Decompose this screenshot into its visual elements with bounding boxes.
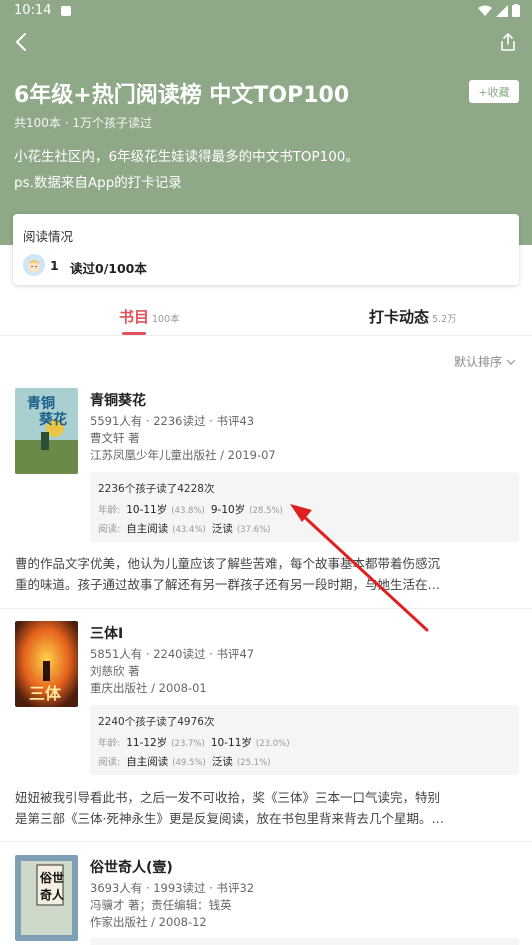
notification-icon: [61, 5, 72, 16]
tab-checkins[interactable]: 打卡动态 5.2万: [369, 306, 457, 327]
sort-dropdown[interactable]: 默认排序: [454, 353, 516, 370]
book-review[interactable]: 曹的作品文字优美，他认为儿童应该了解些苦难，每个故事基本都带着伤感沉 重的味道。…: [15, 553, 520, 595]
list-description-line1: 小花生社区内，6年级花生娃读得最多的中文书TOP100。: [14, 149, 359, 165]
share-icon[interactable]: [498, 32, 518, 52]
book-publisher: 重庆出版社 / 2008-01: [90, 681, 207, 695]
book-author: 曹文轩 著: [90, 431, 140, 445]
age-stats: 年龄: 10-11岁 (43.8%) 9-10岁 (28.5%): [98, 504, 283, 516]
book-author: 冯骥才 著；责任编辑：钱英: [90, 898, 232, 912]
back-icon[interactable]: [10, 30, 34, 54]
book-title[interactable]: 青铜葵花: [90, 390, 146, 410]
age-stats: 年龄: 11-12岁 (23.7%) 10-11岁 (23.0%): [98, 737, 290, 749]
reading-stats-box: 2240个孩子读了4976次 年龄: 11-12岁 (23.7%) 10-11岁…: [90, 705, 519, 775]
book-publisher: 江苏凤凰少年儿童出版社 / 2019-07: [90, 448, 276, 462]
favorite-button[interactable]: +收藏: [469, 80, 519, 103]
divider: [0, 608, 532, 609]
stats-summary: 2240个孩子读了4976次: [98, 716, 215, 728]
svg-text:葵花: 葵花: [38, 411, 67, 428]
status-bar: 10:14: [14, 3, 72, 18]
book-author: 刘慈欣 著: [90, 664, 140, 678]
list-subtitle: 共100本 · 1万个孩子读过: [14, 116, 152, 130]
svg-text:青铜: 青铜: [27, 395, 55, 412]
reader-count: 1: [50, 258, 59, 273]
reading-mode-stats: 阅读: 自主阅读 (49.5%) 泛读 (25.1%): [98, 756, 271, 768]
svg-text:俗世: 俗世: [39, 870, 64, 885]
book-meta: 3693人有 · 1993读过 · 书评32: [90, 881, 255, 895]
list-description-line2: ps.数据来自App的打卡记录: [14, 175, 182, 191]
tab-booklist[interactable]: 书目 100本: [119, 306, 180, 327]
stats-summary: 2236个孩子读了4228次: [98, 483, 215, 495]
list-header: 10:14 6年级+热门阅读榜 中文TOP100 +收藏 共100本 · 1万个…: [0, 0, 532, 245]
wifi-icon: [478, 5, 492, 16]
svg-text:奇人: 奇人: [40, 887, 65, 902]
book-cover[interactable]: 青铜 葵花: [15, 388, 78, 474]
book-meta: 5851人有 · 2240读过 · 书评47: [90, 647, 255, 661]
tab-checkins-label: 打卡动态: [369, 308, 430, 326]
reading-status-card[interactable]: 阅读情况 1 读过0/100本: [13, 214, 519, 285]
avatar: [23, 254, 45, 276]
tab-booklist-label: 书目: [119, 308, 150, 326]
divider: [0, 841, 532, 842]
tab-booklist-count: 100本: [152, 314, 180, 325]
svg-text:三体: 三体: [29, 684, 62, 703]
status-time: 10:14: [14, 3, 52, 18]
chevron-down-icon: [506, 359, 516, 365]
book-meta: 5591人有 · 2236读过 · 书评43: [90, 414, 255, 428]
book-cover[interactable]: 俗世 奇人: [15, 855, 78, 941]
reading-mode-stats: 阅读: 自主阅读 (43.4%) 泛读 (37.6%): [98, 523, 271, 535]
book-title[interactable]: 俗世奇人(壹): [90, 857, 173, 877]
tab-checkins-count: 5.2万: [432, 314, 457, 325]
book-cover[interactable]: 三体: [15, 621, 78, 707]
reading-progress: 读过0/100本: [70, 261, 147, 276]
book-title[interactable]: 三体I: [90, 623, 123, 643]
reading-status-title: 阅读情况: [23, 229, 74, 244]
sort-label: 默认排序: [453, 355, 502, 369]
book-review[interactable]: 妞妞被我引导看此书，之后一发不可收拾，奖《三体》三本一口气读完，特别 是第三部《…: [15, 787, 520, 829]
status-icons: [478, 4, 520, 17]
reading-stats-box: 2236个孩子读了4228次 年龄: 10-11岁 (43.8%) 9-10岁 …: [90, 472, 519, 542]
reading-stats-box: [90, 938, 519, 945]
book-publisher: 作家出版社 / 2008-12: [90, 915, 207, 929]
page-title: 6年级+热门阅读榜 中文TOP100: [14, 83, 350, 108]
signal-icon: [496, 4, 508, 17]
active-tab-indicator: [122, 332, 146, 335]
tab-bar: 书目 100本 打卡动态 5.2万: [0, 296, 532, 336]
battery-icon: [512, 4, 520, 17]
